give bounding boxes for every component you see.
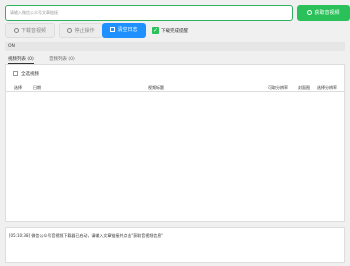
tab-bar: 视频列表 (0) 音频列表 (0) — [5, 55, 345, 64]
download-reminder-label: 下载完成提醒 — [161, 29, 188, 34]
clear-log-button[interactable]: 清空日志 — [102, 23, 146, 38]
checkbox-icon[interactable] — [13, 70, 18, 76]
status-bar: ON — [5, 42, 345, 51]
toolbar: 下载音视频 停止操作 清空日志 ✓ 下载完成提醒 — [5, 23, 345, 38]
checkbox-checked-icon[interactable]: ✓ — [152, 27, 159, 34]
url-row: 请输入微信公众号文章链接 获取音视频 — [5, 5, 350, 21]
clear-label: 清空日志 — [117, 27, 138, 33]
tab-audio-list[interactable]: 音频列表 (0) — [49, 56, 75, 63]
circle-icon — [307, 9, 313, 15]
fetch-media-button[interactable]: 获取音视频 — [297, 5, 350, 21]
column-header-select: 选择 — [14, 85, 22, 90]
video-list-panel: 全选视频 选择 日期 视频标题 可取分辨率 封面图 选择分辨率 — [5, 64, 345, 222]
select-all-label: 全选视频 — [21, 72, 39, 77]
download-label: 下载音视频 — [20, 28, 46, 34]
log-panel: [05:10:38] 微信公众号音视频下载器已启动，请输入文章链接并点击"获取音… — [5, 227, 345, 263]
column-header-date: 日期 — [33, 85, 41, 90]
column-header-select-resolution: 选择分辨率 — [317, 85, 337, 90]
column-header-cover: 封面图 — [298, 85, 310, 90]
column-header-title: 视频标题 — [148, 85, 164, 90]
select-all-videos[interactable]: 全选视频 — [13, 70, 39, 78]
download-media-button[interactable]: 下载音视频 — [5, 23, 55, 38]
stop-button[interactable]: 停止操作 — [59, 23, 103, 38]
clear-icon — [110, 26, 116, 32]
stop-icon — [67, 27, 73, 33]
download-icon — [13, 27, 19, 33]
tab-video-list[interactable]: 视频列表 (0) — [8, 56, 34, 64]
download-reminder-toggle[interactable]: ✓ 下载完成提醒 — [152, 27, 188, 35]
url-input[interactable]: 请输入微信公众号文章链接 — [5, 5, 293, 21]
fetch-media-label: 获取音视频 — [314, 10, 340, 16]
column-header-available-resolution: 可取分辨率 — [268, 85, 288, 90]
table-header: 选择 日期 视频标题 可取分辨率 封面图 选择分辨率 — [6, 83, 345, 92]
log-line: [05:10:38] 微信公众号音视频下载器已启动，请输入文章链接并点击"获取音… — [9, 233, 164, 238]
stop-label: 停止操作 — [74, 28, 95, 34]
